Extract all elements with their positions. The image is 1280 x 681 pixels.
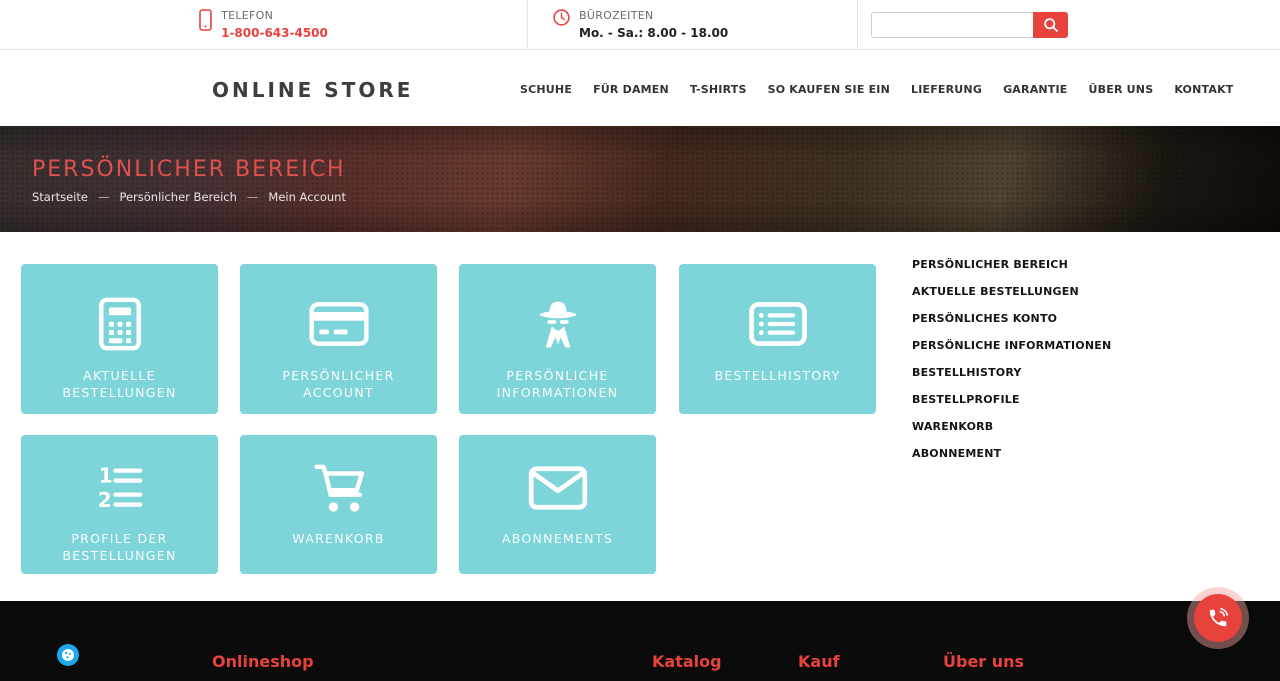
nav-item-garantie[interactable]: GARANTIE: [1003, 83, 1067, 96]
call-back-button[interactable]: [1194, 594, 1242, 642]
mobile-phone-icon: [199, 9, 212, 35]
account-dashboard: AKTUELLE BESTELLUNGEN PERSÖNLICHER ACCOU…: [0, 232, 1280, 601]
breadcrumb-my-account: Mein Account: [268, 190, 346, 204]
search-form: [871, 11, 1068, 38]
nav-item-lieferung[interactable]: LIEFERUNG: [911, 83, 982, 96]
nav-item-fuer-damen[interactable]: FÜR DAMEN: [593, 83, 669, 96]
sidebar-item-warenkorb[interactable]: WARENKORB: [912, 421, 1111, 432]
phone-label: TELEFON: [221, 9, 274, 22]
search-icon: [1043, 17, 1059, 33]
tile-bestellhistory[interactable]: BESTELLHISTORY: [679, 264, 876, 414]
store-logo[interactable]: ONLINE STORE: [212, 78, 413, 102]
page-title: PERSÖNLICHER BEREICH: [32, 157, 346, 182]
nav-item-kontakt[interactable]: KONTAKT: [1174, 83, 1233, 96]
nav-item-ueber-uns[interactable]: ÜBER UNS: [1089, 83, 1154, 96]
tile-profile-der-bestellungen[interactable]: 12 PROFILE DER BESTELLUNGEN: [21, 435, 218, 574]
nav-item-so-kaufen-sie-ein[interactable]: SO KAUFEN SIE EIN: [768, 83, 890, 96]
tile-label: ABONNEMENTS: [501, 531, 614, 546]
tile-label: PERSÖNLICHER ACCOUNT: [282, 368, 395, 400]
page-hero: PERSÖNLICHER BEREICH Startseite — Persön…: [0, 126, 1280, 232]
cookie-consent-button[interactable]: [57, 644, 79, 666]
sidebar-item-persoenliches-konto[interactable]: PERSÖNLICHES KONTO: [912, 313, 1111, 324]
tile-abonnements[interactable]: ABONNEMENTS: [459, 435, 656, 574]
hours-value: Mo. - Sa.: 8.00 - 18.00: [579, 26, 729, 40]
tile-persoenlicher-account[interactable]: PERSÖNLICHER ACCOUNT: [240, 264, 437, 414]
tile-label: WARENKORB: [292, 531, 385, 546]
phone-number[interactable]: 1-800-643-4500: [221, 26, 328, 41]
tile-label: AKTUELLE BESTELLUNGEN: [62, 368, 177, 400]
cart-icon: [310, 459, 368, 517]
site-footer: Onlineshop Katalog Kauf Über uns: [0, 601, 1280, 681]
search-input[interactable]: [871, 11, 1033, 38]
credit-card-icon: [308, 294, 370, 354]
footer-heading-ueber-uns[interactable]: Über uns: [943, 652, 1024, 671]
account-side-menu: PERSÖNLICHER BEREICH AKTUELLE BESTELLUNG…: [912, 259, 1111, 475]
nav-item-schuhe[interactable]: SCHUHE: [520, 83, 572, 96]
sidebar-item-aktuelle-bestellungen[interactable]: AKTUELLE BESTELLUNGEN: [912, 286, 1111, 297]
sidebar-item-bestellhistory[interactable]: BESTELLHISTORY: [912, 367, 1111, 378]
topbar-hours-section: BÜROZEITEN Mo. - Sa.: 8.00 - 18.00: [528, 0, 858, 49]
footer-heading-kauf[interactable]: Kauf: [798, 652, 840, 671]
topbar: TELEFON 1-800-643-4500 BÜROZEITEN Mo. - …: [0, 0, 1280, 50]
list-icon: [748, 294, 808, 354]
topbar-phone-section: TELEFON 1-800-643-4500: [0, 0, 528, 49]
clock-icon: [553, 9, 570, 30]
tile-warenkorb[interactable]: WARENKORB: [240, 435, 437, 574]
footer-heading-katalog[interactable]: Katalog: [652, 652, 722, 671]
topbar-search-section: [858, 0, 1280, 49]
sidebar-item-persoenlicher-bereich[interactable]: PERSÖNLICHER BEREICH: [912, 259, 1111, 270]
svg-text:2: 2: [97, 488, 111, 512]
calculator-icon: [98, 294, 142, 354]
tile-label: PROFILE DER BESTELLUNGEN: [62, 531, 177, 563]
breadcrumb-home[interactable]: Startseite: [32, 190, 88, 204]
tile-label: BESTELLHISTORY: [714, 368, 841, 383]
breadcrumb-personal-area[interactable]: Persönlicher Bereich: [119, 190, 236, 204]
spy-icon: [531, 294, 585, 354]
tile-label: PERSÖNLICHE INFORMATIONEN: [496, 368, 619, 400]
breadcrumb-separator: —: [97, 190, 110, 204]
breadcrumb: Startseite — Persönlicher Bereich — Mein…: [32, 190, 346, 204]
numbered-list-icon: 12: [91, 459, 149, 517]
sidebar-item-bestellprofile[interactable]: BESTELLPROFILE: [912, 394, 1111, 405]
main-nav: SCHUHE FÜR DAMEN T-SHIRTS SO KAUFEN SIE …: [520, 83, 1234, 96]
breadcrumb-separator: —: [246, 190, 259, 204]
search-button[interactable]: [1033, 11, 1068, 38]
svg-text:1: 1: [98, 463, 112, 487]
site-header: ONLINE STORE SCHUHE FÜR DAMEN T-SHIRTS S…: [0, 50, 1280, 126]
sidebar-item-abonnement[interactable]: ABONNEMENT: [912, 448, 1111, 459]
phone-call-icon: [1207, 607, 1229, 629]
cookie-icon: [61, 648, 75, 662]
tile-persoenliche-informationen[interactable]: PERSÖNLICHE INFORMATIONEN: [459, 264, 656, 414]
nav-item-t-shirts[interactable]: T-SHIRTS: [690, 83, 747, 96]
sidebar-item-persoenliche-informationen[interactable]: PERSÖNLICHE INFORMATIONEN: [912, 340, 1111, 351]
hours-label: BÜROZEITEN: [579, 9, 654, 22]
envelope-icon: [528, 459, 588, 517]
footer-heading-onlineshop[interactable]: Onlineshop: [212, 652, 314, 671]
tile-aktuelle-bestellungen[interactable]: AKTUELLE BESTELLUNGEN: [21, 264, 218, 414]
